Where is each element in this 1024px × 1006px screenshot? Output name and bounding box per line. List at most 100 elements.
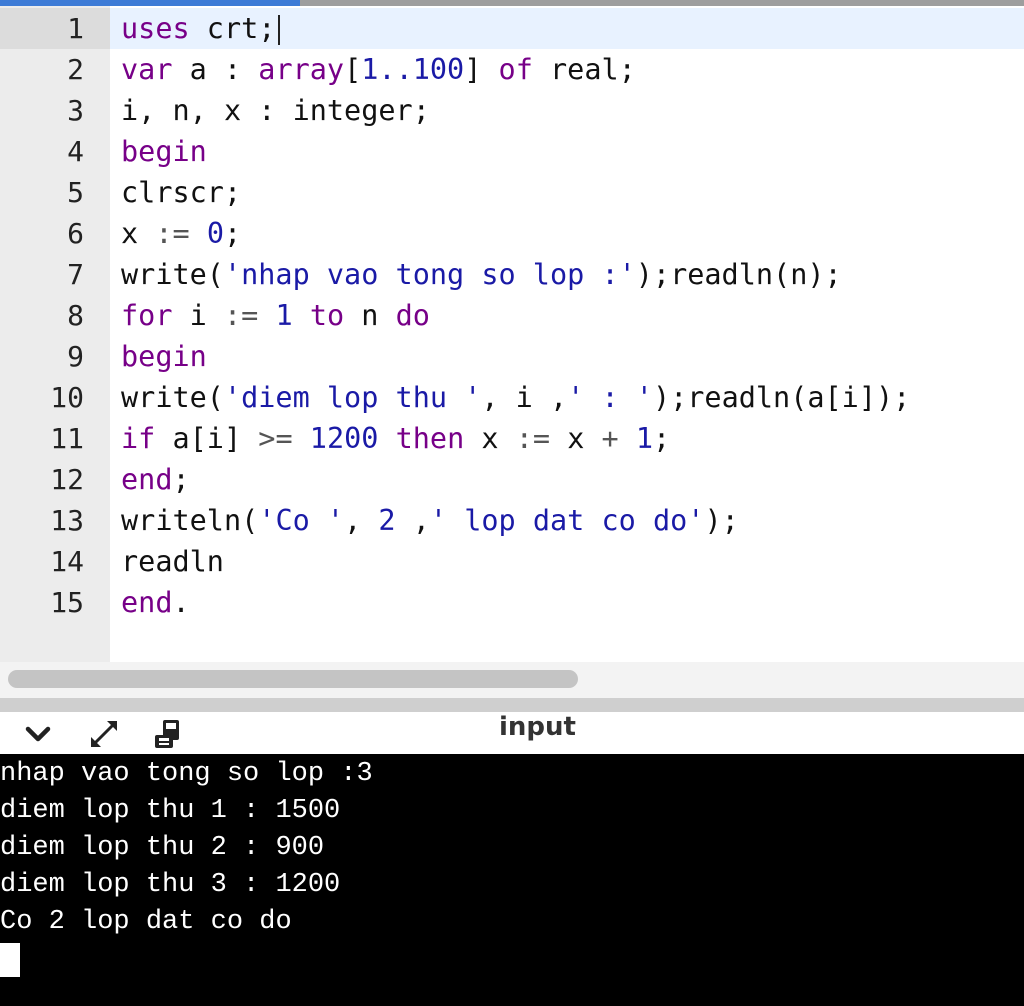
code-token: , i , [481,381,568,414]
console-output[interactable]: nhap vao tong so lop :3 diem lop thu 1 : … [0,754,1024,1006]
code-text[interactable]: begin [121,336,207,377]
code-line[interactable]: 14 readln [0,541,1024,582]
code-editor[interactable]: 1 uses crt; 2 var a : array[1..100] of real… [0,6,1024,662]
code-token: := [223,299,259,332]
code-token: 1 [635,422,654,455]
code-text[interactable]: for i := 1 to n do [121,295,430,336]
code-token: , [395,504,430,537]
code-token: of [498,53,533,86]
code-text[interactable]: readln [121,541,224,582]
console-lines: nhap vao tong so lop :3 diem lop thu 1 : … [0,756,1024,941]
line-number: 5 [67,176,84,209]
code-token: + [601,422,619,455]
code-text[interactable]: x := 0; [121,213,241,254]
code-token: 1 [275,299,293,332]
code-text[interactable]: end. [121,582,190,623]
code-token: then [395,422,465,455]
line-number: 2 [67,53,84,86]
console-cursor [0,943,20,977]
code-token: x [464,422,516,455]
code-text[interactable]: end; [121,459,190,500]
code-line[interactable]: 7 write('nhap vao tong so lop :');readln(… [0,254,1024,295]
code-token: n [344,299,396,332]
code-text[interactable]: clrscr; [121,172,241,213]
panel-title: input [499,712,576,742]
console-toolbar: input [0,712,1024,755]
code-token: ); [704,504,739,537]
code-line[interactable]: 11 if a[i] >= 1200 then x := x + 1; [0,418,1024,459]
code-token: a[i] [155,422,259,455]
line-number: 13 [50,504,84,537]
code-line[interactable]: 10 write('diem lop thu ', i ,' : ');readl… [0,377,1024,418]
line-number: 10 [50,381,84,414]
code-text[interactable]: write('nhap vao tong so lop :');readln(n… [121,254,842,295]
code-text[interactable]: var a : array[1..100] of real; [121,49,636,90]
code-token: crt; [189,12,276,45]
code-token: readln [121,545,224,578]
code-token: 2 [378,504,396,537]
code-line[interactable]: 6 x := 0; [0,213,1024,254]
code-token: >= [258,422,293,455]
code-line[interactable]: 8 for i := 1 to n do [0,295,1024,336]
code-token: 'Co ' [258,504,345,537]
code-token: end [121,586,173,619]
code-token: := [155,217,190,250]
code-token: 'nhap vao tong so lop :' [223,258,636,291]
code-token: for [121,299,173,332]
code-line[interactable]: 5 clrscr; [0,172,1024,213]
console-line: diem lop thu 3 : 1200 [0,870,341,900]
code-line[interactable]: 2 var a : array[1..100] of real; [0,49,1024,90]
code-token: 1200 [309,422,379,455]
line-number: 14 [50,545,84,578]
code-token: real; [532,53,636,86]
code-line[interactable]: 9 begin [0,336,1024,377]
code-text[interactable]: uses crt; [121,8,281,49]
panel-resize-divider[interactable] [0,698,1024,712]
line-number: 3 [67,94,84,127]
code-line[interactable]: 12 end; [0,459,1024,500]
code-token: ' : ' [567,381,653,414]
line-number: 15 [50,586,84,619]
code-token: writeln( [121,504,259,537]
code-token: write( [121,258,224,291]
code-text[interactable]: i, n, x : integer; [121,90,430,131]
code-text[interactable]: begin [121,131,207,172]
code-text[interactable]: if a[i] >= 1200 then x := x + 1; [121,418,670,459]
code-text[interactable]: write('diem lop thu ', i ,' : ');readln(… [121,377,910,418]
code-token: i [172,299,224,332]
code-token: begin [121,340,207,373]
code-line[interactable]: 15 end. [0,582,1024,623]
code-token: ; [653,422,671,455]
line-number: 9 [67,340,84,373]
code-token: i, n, x : integer; [121,94,430,127]
code-token: clrscr; [121,176,242,209]
code-token: . [172,586,190,619]
code-token: uses [121,12,190,45]
code-token: := [515,422,551,455]
console-line: diem lop thu 2 : 900 [0,833,325,863]
code-token: ' lop dat co do' [429,504,705,537]
code-line[interactable]: 3 i, n, x : integer; [0,90,1024,131]
code-token: write( [121,381,224,414]
code-token: , [344,504,379,537]
code-token: 'diem lop thu ' [223,381,482,414]
code-line[interactable]: 13 writeln('Co ', 2 ,' lop dat co do'); [0,500,1024,541]
line-number: 6 [67,217,84,250]
code-token: ; [172,463,190,496]
code-token: a : [172,53,259,86]
code-token: x [550,422,602,455]
code-line[interactable]: 4 begin [0,131,1024,172]
code-line[interactable]: 1 uses crt; [0,8,1024,49]
horizontal-scrollbar-thumb[interactable] [8,670,578,688]
code-text[interactable]: writeln('Co ', 2 ,' lop dat co do'); [121,500,739,541]
code-token: if [121,422,156,455]
line-number: 1 [0,8,110,49]
line-number: 8 [67,299,84,332]
console-line: nhap vao tong so lop :3 [0,759,373,789]
